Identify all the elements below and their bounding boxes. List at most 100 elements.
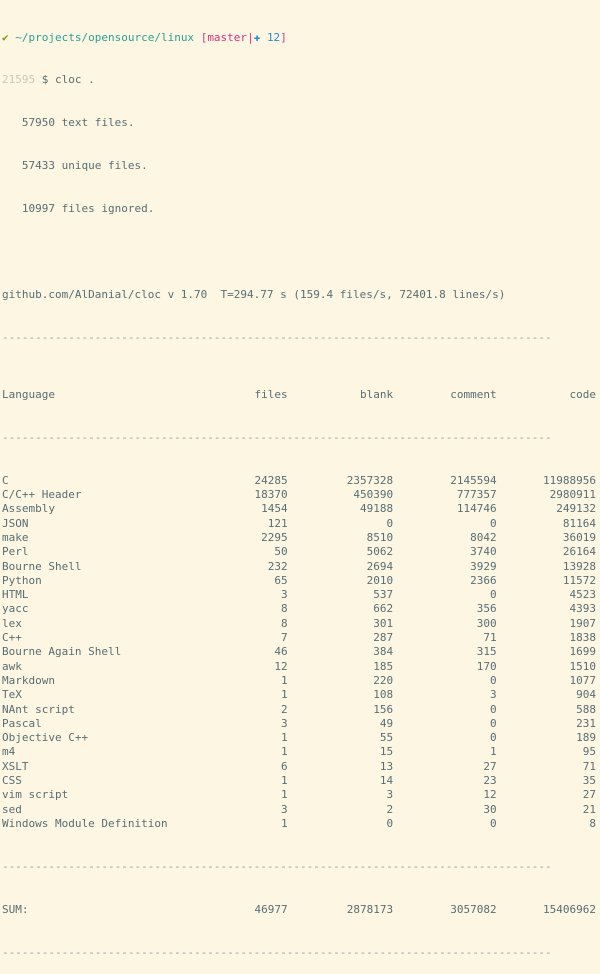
cell-code: 95 — [582, 745, 596, 759]
cell-comment: 2145594 — [450, 473, 497, 487]
cell-files: 7 — [280, 631, 288, 645]
cell-comment: 2366 — [470, 573, 497, 587]
cell-language: Windows Module Definition — [2, 816, 168, 830]
summary-line: 57433 unique files. — [21, 159, 148, 173]
cell-blank: 2010 — [366, 573, 394, 587]
cell-files: 3 — [280, 588, 288, 602]
cell-language: sed — [2, 802, 22, 816]
sum-row: SUM: 46977 2878173 3057082 15406962 — [2, 903, 596, 917]
cell-files: 1454 — [261, 502, 288, 516]
cell-files: 1 — [280, 816, 288, 830]
table-row: make 2295 8510 8042 36019 — [2, 531, 596, 545]
cell-code: 4393 — [569, 602, 597, 616]
cell-files: 232 — [267, 559, 288, 573]
cloc-sum: SUM: 46977 2878173 3057082 15406962 — [2, 903, 596, 917]
cell-code: 189 — [576, 731, 596, 745]
table-row: XSLT 6 13 27 71 — [2, 760, 596, 774]
cell-blank: 49188 — [360, 502, 394, 516]
cell-blank: 3 — [386, 788, 394, 802]
separator-line: ----------------------------------------… — [2, 430, 552, 444]
cell-files: 8 — [280, 602, 288, 616]
cell-code: 231 — [576, 716, 596, 730]
cell-blank: 287 — [373, 631, 394, 645]
cell-language: C — [2, 473, 9, 487]
cell-code: 13928 — [562, 559, 596, 573]
table-row: awk 12 185 170 1510 — [2, 660, 596, 674]
cell-blank: 537 — [373, 588, 394, 602]
cell-language: Bourne Again Shell — [2, 645, 122, 659]
cell-files: 46 — [274, 645, 288, 659]
cell-code: 1838 — [569, 631, 597, 645]
cell-language: yacc — [2, 602, 29, 616]
table-row: Pascal 3 49 0 231 — [2, 717, 596, 731]
prompt-line: ✔ ~/projects/opensource/linux [master|✚ … — [2, 31, 598, 45]
cell-files: 1 — [280, 731, 288, 745]
current-path: ~/projects/opensource/linux — [15, 30, 195, 44]
cell-comment: 300 — [476, 616, 497, 630]
cell-code: 1699 — [569, 645, 597, 659]
cell-comment: 315 — [476, 645, 497, 659]
cell-language: C/C++ Header — [2, 488, 82, 502]
table-row: C++ 7 287 71 1838 — [2, 631, 596, 645]
sum-comment: 3057082 — [450, 902, 497, 916]
cell-blank: 185 — [373, 659, 394, 673]
cell-code: 4523 — [569, 588, 597, 602]
cell-language: TeX — [2, 688, 22, 702]
table-row: Assembly 1454 49188 114746 249132 — [2, 502, 596, 516]
table-row: sed 3 2 30 21 — [2, 803, 596, 817]
header-files: files — [254, 388, 288, 402]
table-row: C 24285 2357328 2145594 11988956 — [2, 474, 596, 488]
cell-code: 2980911 — [549, 488, 596, 502]
cell-comment: 1 — [490, 745, 497, 759]
cell-language: HTML — [2, 588, 29, 602]
sum-code: 15406962 — [543, 902, 596, 916]
table-row: Python 65 2010 2366 11572 — [2, 574, 596, 588]
cell-blank: 108 — [373, 688, 394, 702]
cell-language: CSS — [2, 774, 22, 788]
cell-files: 18370 — [254, 488, 288, 502]
cell-language: vim script — [2, 788, 69, 802]
cell-comment: 3929 — [470, 559, 497, 573]
cell-comment: 0 — [490, 673, 497, 687]
git-branch-name: master — [207, 30, 248, 44]
cell-blank: 15 — [379, 745, 394, 759]
cell-language: XSLT — [2, 759, 29, 773]
cell-blank: 156 — [373, 702, 394, 716]
cell-code: 21 — [582, 802, 596, 816]
separator-line: ----------------------------------------… — [2, 859, 552, 873]
cell-files: 50 — [274, 545, 288, 559]
cell-language: Markdown — [2, 673, 55, 687]
cell-comment: 0 — [490, 816, 497, 830]
cell-blank: 220 — [373, 673, 394, 687]
cloc-table: Language files blank comment code — [2, 388, 596, 402]
cell-comment: 30 — [483, 802, 497, 816]
table-row: Bourne Shell 232 2694 3929 13928 — [2, 560, 596, 574]
cell-language: Objective C++ — [2, 731, 89, 745]
stats-line: github.com/AlDanial/cloc v 1.70 T=294.77… — [2, 287, 506, 301]
table-row: yacc 8 662 356 4393 — [2, 602, 596, 616]
header-blank: blank — [360, 388, 394, 402]
command-text: cloc . — [55, 73, 95, 87]
table-header-row: Language files blank comment code — [2, 388, 596, 402]
check-icon: ✔ — [2, 30, 9, 44]
cell-language: NAnt script — [2, 702, 75, 716]
header-code: code — [569, 388, 597, 402]
terminal-window[interactable]: ✔ ~/projects/opensource/linux [master|✚ … — [0, 0, 600, 974]
table-row: HTML 3 537 0 4523 — [2, 588, 596, 602]
separator-line: ----------------------------------------… — [2, 945, 552, 959]
separator-line: ----------------------------------------… — [2, 330, 552, 344]
cell-comment: 0 — [490, 702, 497, 716]
table-row: vim script 1 3 12 27 — [2, 788, 596, 802]
cell-blank: 0 — [386, 516, 394, 530]
table-row: Objective C++ 1 55 0 189 — [2, 731, 596, 745]
cell-files: 6 — [280, 759, 288, 773]
cell-code: 11988956 — [543, 473, 596, 487]
table-row: C/C++ Header 18370 450390 777357 2980911 — [2, 488, 596, 502]
cell-files: 2 — [280, 702, 288, 716]
cell-blank: 8510 — [366, 530, 394, 544]
cell-blank: 2694 — [366, 559, 394, 573]
cell-code: 11572 — [562, 573, 596, 587]
cell-files: 121 — [267, 516, 288, 530]
cell-comment: 777357 — [456, 488, 497, 502]
